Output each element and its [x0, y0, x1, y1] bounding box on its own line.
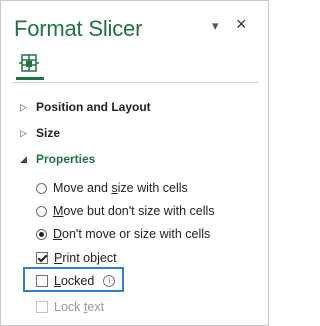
radio-label: Move but don't size with cells [53, 204, 215, 218]
radio-move-no-size[interactable]: Move but don't size with cells [36, 204, 215, 218]
radio-button-selected[interactable] [36, 228, 47, 240]
radio-label: Move and size with cells [53, 181, 188, 195]
radio-dont-move-or-size[interactable]: Don't move or size with cells [36, 227, 210, 241]
slicer-settings-icon[interactable] [18, 52, 40, 74]
chevron-right-icon: ▷ [20, 127, 27, 138]
checkbox-lock-text: Lock text [36, 300, 104, 314]
section-label: Size [36, 126, 61, 140]
radio-button[interactable] [36, 182, 47, 194]
section-size[interactable]: ▷ Size [20, 126, 60, 140]
checkbox-checked[interactable] [36, 252, 48, 264]
format-slicer-pane: Format Slicer ▾ × ▷ Position and Layout … [0, 0, 269, 326]
chevron-down-icon[interactable]: ▾ [212, 18, 219, 34]
section-properties[interactable]: ◢ Properties [20, 152, 95, 166]
section-label: Properties [36, 152, 96, 166]
radio-label: Don't move or size with cells [53, 227, 211, 241]
section-position-and-layout[interactable]: ▷ Position and Layout [20, 100, 151, 114]
pane-title: Format Slicer [14, 16, 143, 41]
checkbox-label: Print object [54, 251, 117, 265]
radio-move-and-size[interactable]: Move and size with cells [36, 181, 188, 195]
checkbox-print-object[interactable]: Print object [36, 251, 117, 265]
chevron-right-icon: ▷ [20, 101, 27, 112]
chevron-expanded-icon: ◢ [20, 153, 27, 164]
radio-button[interactable] [36, 205, 47, 217]
divider [12, 82, 258, 83]
locked-highlight-box [23, 267, 124, 292]
checkbox-label: Lock text [54, 300, 105, 314]
active-tab-indicator [16, 77, 44, 80]
checkbox-disabled [36, 301, 48, 313]
section-label: Position and Layout [36, 100, 151, 114]
close-icon[interactable]: × [236, 14, 247, 35]
